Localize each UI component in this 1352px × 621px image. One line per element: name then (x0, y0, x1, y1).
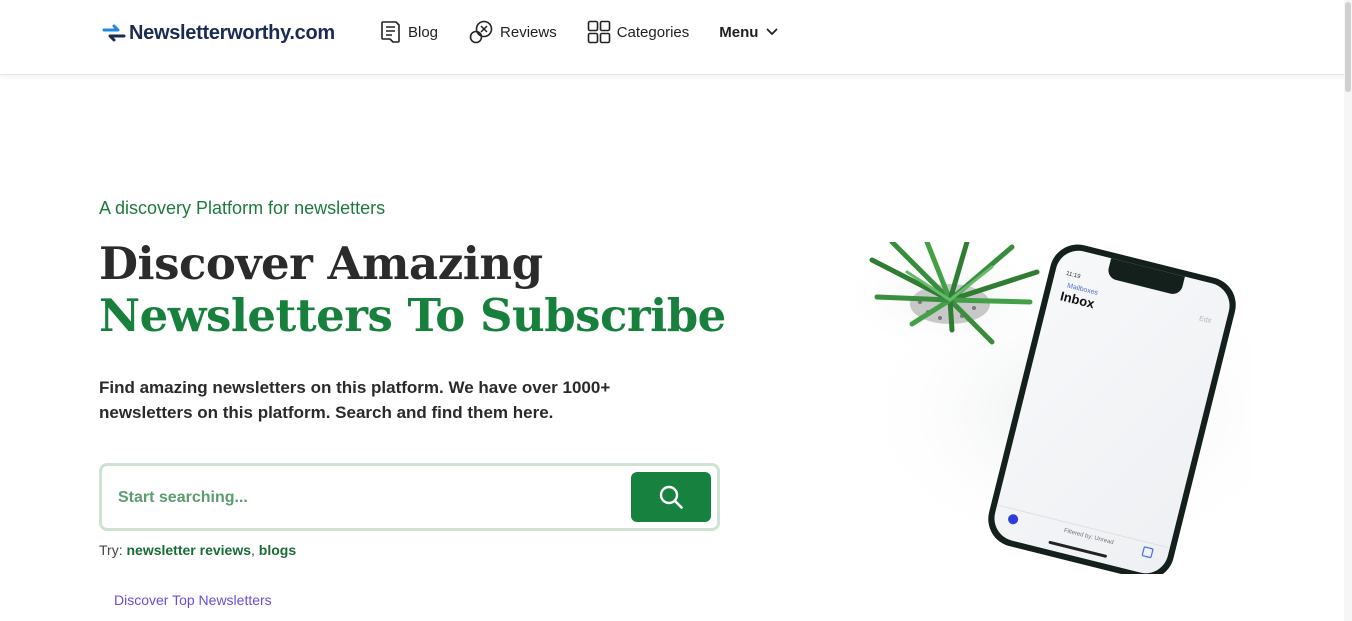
nav-label-menu: Menu (719, 23, 759, 41)
try-link-newsletter-reviews[interactable]: newsletter reviews (126, 542, 251, 558)
hero-tagline: A discovery Platform for newsletters (99, 198, 386, 218)
review-icon (469, 20, 493, 44)
nav-item-blog[interactable]: Blog (380, 20, 438, 44)
discover-top-newsletters-link[interactable]: Discover Top Newsletters (114, 592, 272, 608)
document-icon (381, 21, 400, 43)
try-suggestions: Try: newsletter reviews, blogs (99, 542, 296, 558)
hero-title-line2: Newsletters To Subscribe (99, 289, 726, 342)
main-nav: Blog Reviews Categories Menu (380, 18, 778, 46)
chevron-down-icon (767, 28, 778, 35)
search-input[interactable] (118, 480, 618, 516)
try-separator: , (251, 542, 255, 558)
search-button[interactable] (631, 472, 711, 522)
site-header: Newsletterworthy.com Blog Reviews Catego… (0, 0, 1352, 75)
logo-text: Newsletterworthy.com (129, 21, 335, 44)
nav-item-reviews[interactable]: Reviews (468, 19, 557, 45)
hero-title: Discover Amazing Newsletters To Subscrib… (99, 238, 726, 342)
phone-and-plant-illustration: 11:19 Mailboxes Inbox Edit Filtered by: … (837, 242, 1252, 574)
search-box (99, 463, 720, 531)
try-prefix: Try: (99, 542, 123, 558)
hero-description: Find amazing newsletters on this platfor… (99, 378, 611, 422)
nav-item-menu[interactable]: Menu (719, 24, 778, 41)
logo-arrows-icon (102, 24, 126, 42)
hero-title-line1: Discover Amazing (99, 237, 543, 290)
page-scrollbar[interactable] (1344, 0, 1352, 621)
nav-label-blog: Blog (408, 23, 439, 41)
site-logo[interactable]: Newsletterworthy.com (102, 18, 335, 48)
grid-icon (587, 20, 611, 44)
nav-label-categories: Categories (616, 23, 690, 41)
nav-label-reviews: Reviews (500, 23, 557, 41)
search-icon (659, 485, 683, 509)
scrollbar-thumb[interactable] (1345, 2, 1351, 92)
nav-item-categories[interactable]: Categories (587, 20, 690, 44)
hero-image: 11:19 Mailboxes Inbox Edit Filtered by: … (752, 242, 1252, 574)
try-link-blogs[interactable]: blogs (259, 542, 296, 558)
